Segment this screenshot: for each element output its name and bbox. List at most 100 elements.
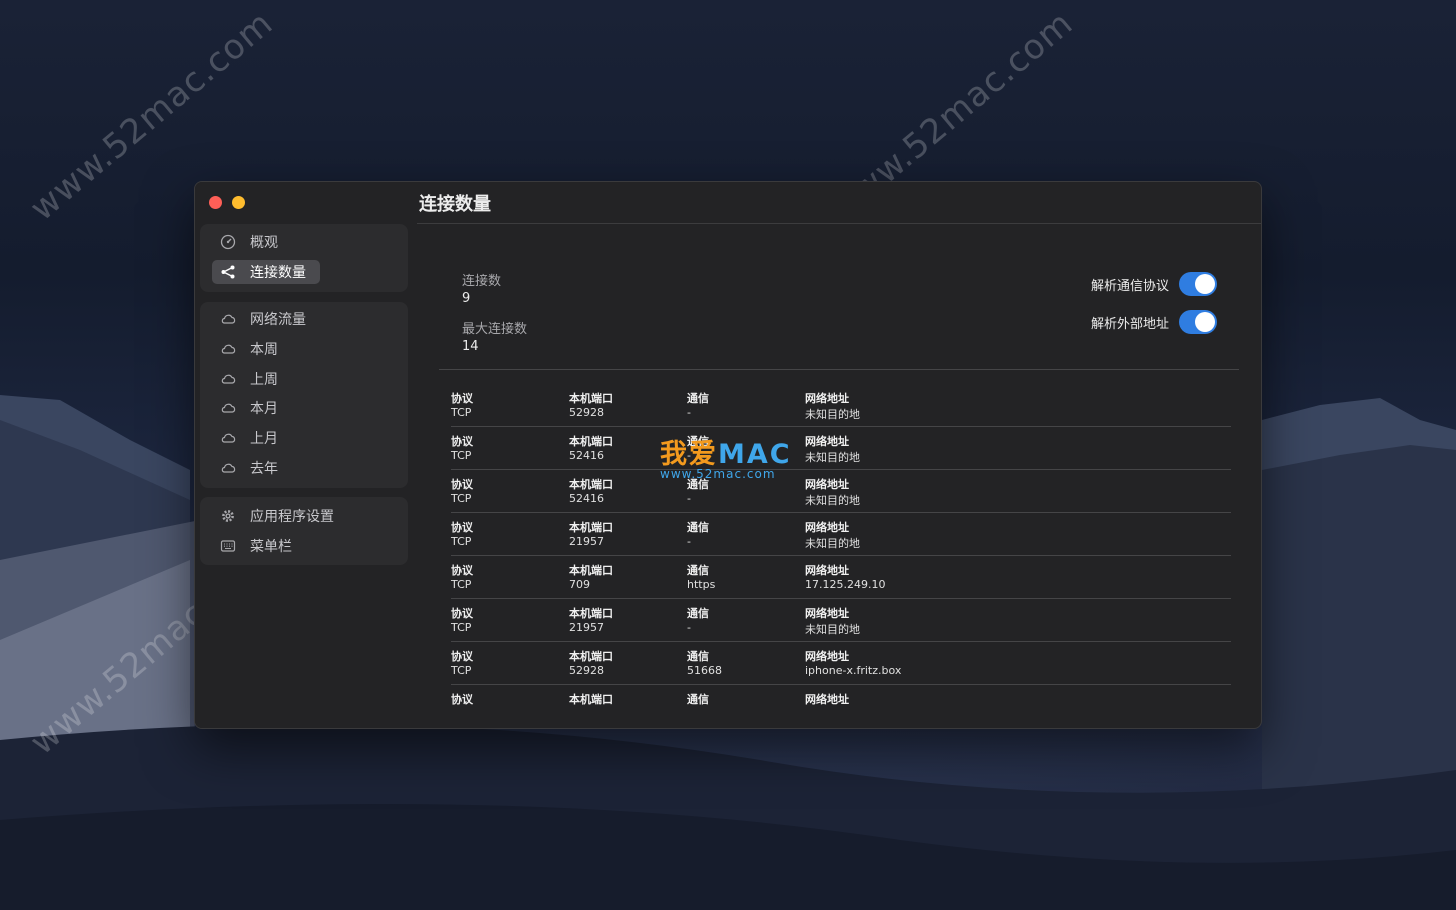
sidebar-item-label: 本月: [250, 401, 278, 417]
address-value: 未知目的地: [805, 408, 860, 421]
sidebar-item-overview[interactable]: 概观: [212, 230, 292, 254]
app-window: 概观 连接数量 网络流量 本周 上周 本月 上月 去年 应用程序设置 菜单栏 连…: [194, 181, 1262, 729]
resolve-address-toggle[interactable]: [1179, 310, 1217, 334]
sidebar-item-traffic[interactable]: 网络流量: [212, 307, 320, 331]
local-port-value: 21957: [569, 535, 604, 548]
address-header: 网络地址: [805, 650, 849, 663]
sidebar-item-this-week[interactable]: 本周: [212, 337, 292, 361]
sidebar-item-app-settings[interactable]: 应用程序设置: [212, 504, 348, 528]
keyboard-icon: [220, 538, 236, 554]
service-header: 通信: [687, 521, 709, 534]
protocol-value: TCP: [451, 492, 472, 505]
local-port-value: 52928: [569, 664, 604, 677]
sidebar-item-connections[interactable]: 连接数量: [212, 260, 320, 284]
address-header: 网络地址: [805, 607, 849, 620]
table-row[interactable]: 协议 TCP 本机端口 709 通信 https 网络地址 17.125.249.10: [451, 556, 1231, 599]
sidebar-item-label: 上月: [250, 431, 278, 447]
sidebar-item-label: 去年: [250, 461, 278, 477]
service-value: -: [687, 535, 691, 548]
cloud-icon: [220, 371, 236, 387]
sidebar: 概观 连接数量 网络流量 本周 上周 本月 上月 去年 应用程序设置 菜单栏: [195, 182, 415, 728]
protocol-value: TCP: [451, 535, 472, 548]
close-button[interactable]: [209, 196, 222, 209]
sidebar-item-label: 应用程序设置: [250, 509, 334, 525]
protocol-header: 协议: [451, 650, 473, 663]
service-header: 通信: [687, 607, 709, 620]
table-row[interactable]: 协议 TCP 本机端口 52928 通信 - 网络地址 未知目的地: [451, 384, 1231, 427]
table-row[interactable]: 协议 TCP 本机端口 52416 通信 - 网络地址 未知目的地: [451, 470, 1231, 513]
protocol-value: TCP: [451, 664, 472, 677]
local-port-value: 52928: [569, 406, 604, 419]
protocol-header: 协议: [451, 564, 473, 577]
sidebar-item-label: 网络流量: [250, 312, 306, 328]
sidebar-item-last-year[interactable]: 去年: [212, 456, 292, 480]
resolve-address-row: 解析外部地址: [1091, 310, 1217, 334]
table-row[interactable]: 协议 TCP 本机端口 21957 通信 - 网络地址 未知目的地: [451, 599, 1231, 642]
address-header: 网络地址: [805, 435, 849, 448]
service-value: -: [687, 449, 691, 462]
service-header: 通信: [687, 564, 709, 577]
sidebar-item-menubar[interactable]: 菜单栏: [212, 534, 306, 558]
service-header: 通信: [687, 435, 709, 448]
cloud-icon: [220, 460, 236, 476]
local-port-header: 本机端口: [569, 607, 613, 620]
max-connections-value: 14: [462, 339, 479, 354]
address-value: 未知目的地: [805, 537, 860, 550]
address-value: iphone-x.fritz.box: [805, 664, 902, 677]
cloud-icon: [220, 341, 236, 357]
toggle-knob: [1195, 274, 1215, 294]
sidebar-item-label: 菜单栏: [250, 539, 292, 555]
cloud-icon: [220, 430, 236, 446]
service-header: 通信: [687, 392, 709, 405]
protocol-header: 协议: [451, 607, 473, 620]
share-icon: [220, 264, 236, 280]
resolve-protocol-row: 解析通信协议: [1091, 272, 1217, 296]
resolve-protocol-toggle[interactable]: [1179, 272, 1217, 296]
sidebar-item-label: 上周: [250, 372, 278, 388]
table-row[interactable]: 协议 TCP 本机端口 52416 通信 - 网络地址 未知目的地: [451, 427, 1231, 470]
toggle-knob: [1195, 312, 1215, 332]
traffic-lights: [209, 196, 245, 209]
connections-table: 协议 TCP 本机端口 52928 通信 - 网络地址 未知目的地 协议 TCP 本机端口…: [451, 384, 1231, 728]
table-row[interactable]: 协议 TCP 本机端口 52928 通信 51668 网络地址 iphone-x.fri…: [451, 642, 1231, 685]
cloud-icon: [220, 400, 236, 416]
address-value: 17.125.249.10: [805, 578, 886, 591]
minimize-button[interactable]: [232, 196, 245, 209]
max-connections-label: 最大连接数: [462, 322, 528, 337]
protocol-value: TCP: [451, 449, 472, 462]
resolve-address-label: 解析外部地址: [1090, 316, 1169, 332]
protocol-value: TCP: [451, 578, 472, 591]
address-value: 未知目的地: [805, 623, 860, 636]
local-port-header: 本机端口: [569, 435, 613, 448]
local-port-value: 52416: [569, 492, 604, 505]
service-value: -: [687, 406, 691, 419]
sidebar-group-overview: 概观 连接数量: [200, 224, 408, 292]
sidebar-group-traffic: 网络流量 本周 上周 本月 上月 去年: [200, 302, 408, 488]
table-row[interactable]: 协议 TCP 本机端口 21957 通信 - 网络地址 未知目的地: [451, 513, 1231, 556]
sidebar-item-this-month[interactable]: 本月: [212, 396, 292, 420]
address-header: 网络地址: [805, 392, 849, 405]
resolve-protocol-label: 解析通信协议: [1090, 278, 1169, 294]
main-content: 连接数量 连接数 9 最大连接数 14 解析通信协议 解析外部地址 协议 TCP …: [417, 182, 1261, 728]
service-header: 通信: [687, 650, 709, 663]
page-title: 连接数量: [419, 194, 491, 215]
sidebar-item-label: 连接数量: [250, 265, 306, 281]
service-value: -: [687, 492, 691, 505]
local-port-header: 本机端口: [569, 650, 613, 663]
stats-divider: [439, 369, 1239, 370]
protocol-value: TCP: [451, 621, 472, 634]
table-row[interactable]: 协议 本机端口 通信 网络地址: [451, 685, 1231, 728]
connections-value: 9: [462, 291, 471, 306]
local-port-value: 52416: [569, 449, 604, 462]
protocol-header: 协议: [451, 521, 473, 534]
protocol-header: 协议: [451, 478, 473, 491]
sidebar-item-last-month[interactable]: 上月: [212, 426, 292, 450]
sidebar-item-last-week[interactable]: 上周: [212, 367, 292, 391]
local-port-header: 本机端口: [569, 478, 613, 491]
service-value: 51668: [687, 664, 722, 677]
service-value: https: [687, 578, 716, 591]
service-header: 通信: [687, 693, 709, 706]
sidebar-group-settings: 应用程序设置 菜单栏: [200, 497, 408, 565]
sidebar-item-label: 本周: [250, 342, 278, 358]
service-value: -: [687, 621, 691, 634]
